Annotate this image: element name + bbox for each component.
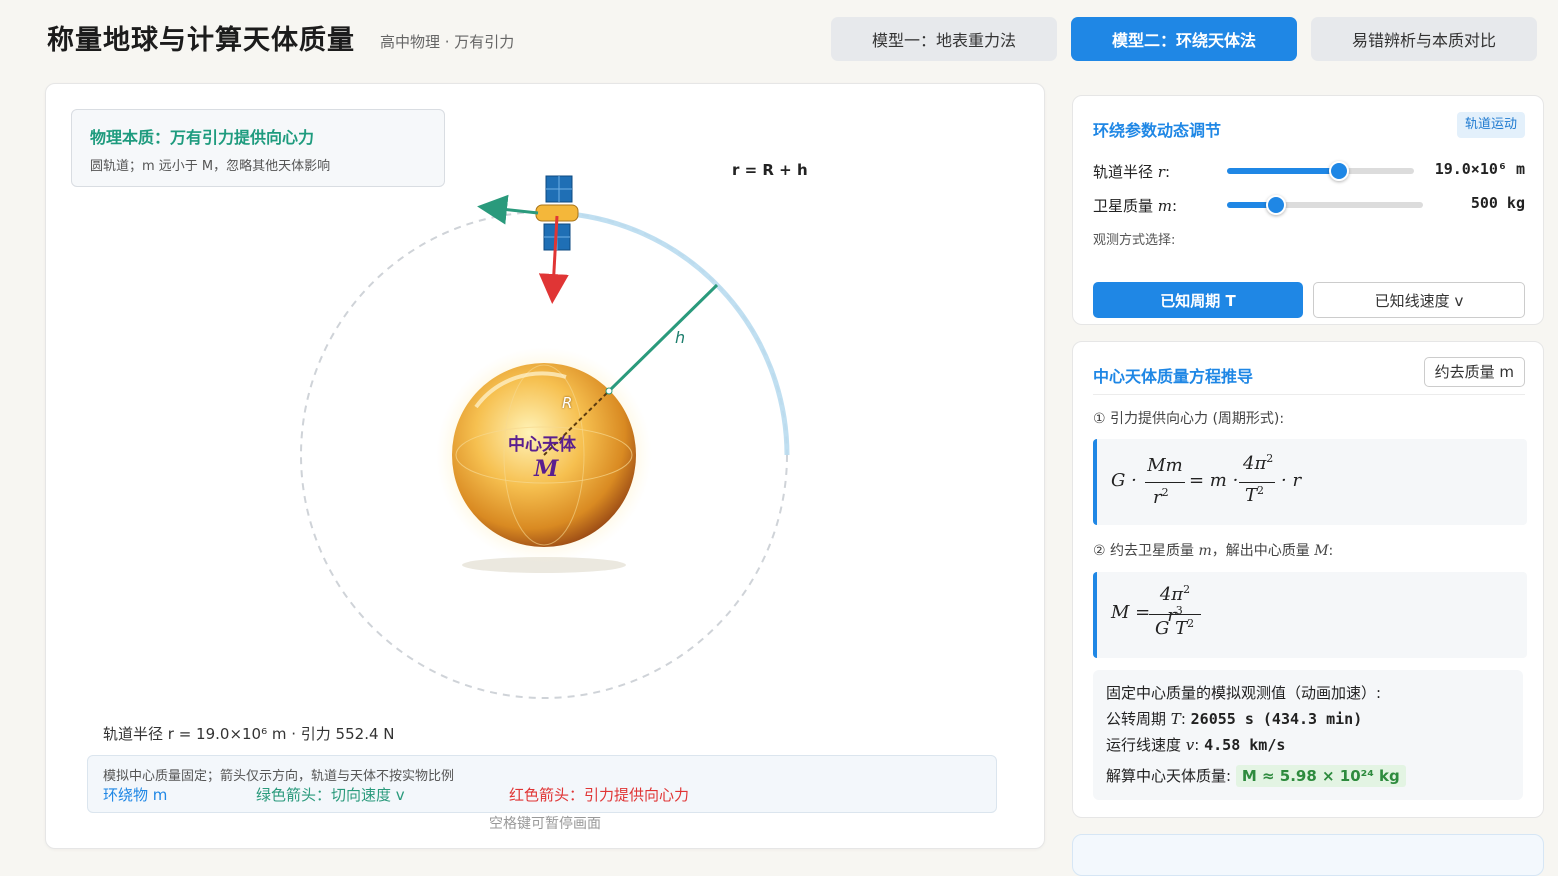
- essence-title: 物理本质：万有引力提供向心力: [90, 128, 315, 147]
- cancel-mass-button[interactable]: 约去质量 m: [1423, 357, 1525, 387]
- h-label: h: [675, 328, 686, 347]
- result-title: 固定中心质量的模拟观测值（动画加速）:: [1106, 684, 1382, 702]
- tab-comparison[interactable]: 易错辨析与本质对比: [1311, 17, 1537, 61]
- altitude-h-line: [607, 283, 719, 393]
- mass-label: 卫星质量 m:: [1093, 197, 1178, 215]
- essence-note: 圆轨道；m 远小于 M，忽略其他天体影响: [90, 159, 331, 174]
- orbit-badge: 轨道运动: [1456, 112, 1525, 138]
- observe-velocity-button[interactable]: 已知线速度 v: [1313, 282, 1525, 318]
- mass-result-badge: M ≈ 5.98 × 10²⁴ kg: [1235, 765, 1406, 787]
- radius-slider-thumb[interactable]: [1329, 161, 1350, 181]
- formula-two: M = 4π2 r3 G T2: [1093, 572, 1527, 658]
- legend-gravity: 红色箭头：引力提供向心力: [509, 786, 690, 804]
- mass-slider[interactable]: [1227, 195, 1423, 215]
- radius-label: 轨道半径 r:: [1093, 163, 1171, 181]
- R-label: R: [562, 394, 573, 412]
- observe-period-button[interactable]: 已知周期 T: [1093, 282, 1303, 318]
- central-body-symbol: M: [534, 456, 559, 482]
- step-two-label: ② 约去卫星质量 m，解出中心质量 M:: [1093, 543, 1334, 559]
- velocity-arrow: [477, 194, 539, 225]
- period-readout: 公转周期 T: 26055 s (434.3 min): [1106, 710, 1363, 728]
- legend-velocity: 绿色箭头：切向速度 v: [256, 786, 405, 804]
- app-header: 称量地球与计算天体质量 高中物理 · 万有引力 模型一：地表重力法 模型二：环绕…: [0, 0, 1558, 80]
- radius-value: 19.0×10⁶ m: [1434, 160, 1525, 178]
- velocity-readout: 运行线速度 v: 4.58 km/s: [1106, 736, 1286, 754]
- formula-one: G · Mm r2 = m · 4π2 T2 · r: [1093, 439, 1527, 525]
- next-panel: [1072, 834, 1544, 876]
- pause-hint: 空格键可暂停画面: [489, 816, 601, 832]
- result-box: 固定中心质量的模拟观测值（动画加速）: 公转周期 T: 26055 s (434…: [1093, 670, 1523, 800]
- page-subtitle: 高中物理 · 万有引力: [380, 33, 515, 51]
- legend-note: 模拟中心质量固定；箭头仅示方向，轨道与天体不按实物比例: [103, 769, 455, 784]
- simulation-canvas[interactable]: 物理本质：万有引力提供向心力 圆轨道；m 远小于 M，忽略其他天体影响 r = …: [45, 83, 1045, 849]
- mass-value: 500 kg: [1470, 194, 1525, 212]
- derivation-panel: 中心天体质量方程推导 约去质量 m ① 引力提供向心力 (周期形式): G · …: [1072, 341, 1544, 818]
- observation-label: 观测方式选择:: [1093, 233, 1176, 248]
- radius-slider[interactable]: [1227, 161, 1414, 181]
- tab-model-one[interactable]: 模型一：地表重力法: [831, 17, 1057, 61]
- step-one-label: ① 引力提供向心力 (周期形式):: [1093, 411, 1285, 427]
- physics-essence-box: 物理本质：万有引力提供向心力 圆轨道；m 远小于 M，忽略其他天体影响: [71, 109, 445, 187]
- central-body-label: 中心天体: [508, 435, 576, 455]
- tab-model-two[interactable]: 模型二：环绕天体法: [1071, 17, 1297, 61]
- r-formula-label: r = R + h: [732, 161, 808, 179]
- orbit-status: 轨道半径 r = 19.0×10⁶ m · 引力 552.4 N: [103, 725, 395, 743]
- page-title: 称量地球与计算天体质量: [47, 25, 355, 56]
- mass-slider-thumb[interactable]: [1266, 195, 1286, 215]
- divider: [1093, 394, 1525, 395]
- legend: 模拟中心质量固定；箭头仅示方向，轨道与天体不按实物比例 环绕物 m 绿色箭头：切…: [87, 755, 997, 813]
- derivation-title: 中心天体质量方程推导: [1093, 367, 1254, 386]
- legend-satellite: 环绕物 m: [103, 786, 168, 804]
- params-panel: 环绕参数动态调节 轨道运动 轨道半径 r: 19.0×10⁶ m 卫星质量 m:…: [1072, 95, 1544, 325]
- params-title: 环绕参数动态调节: [1093, 121, 1222, 140]
- mass-readout: 解算中心天体质量: M ≈ 5.98 × 10²⁴ kg: [1106, 765, 1406, 787]
